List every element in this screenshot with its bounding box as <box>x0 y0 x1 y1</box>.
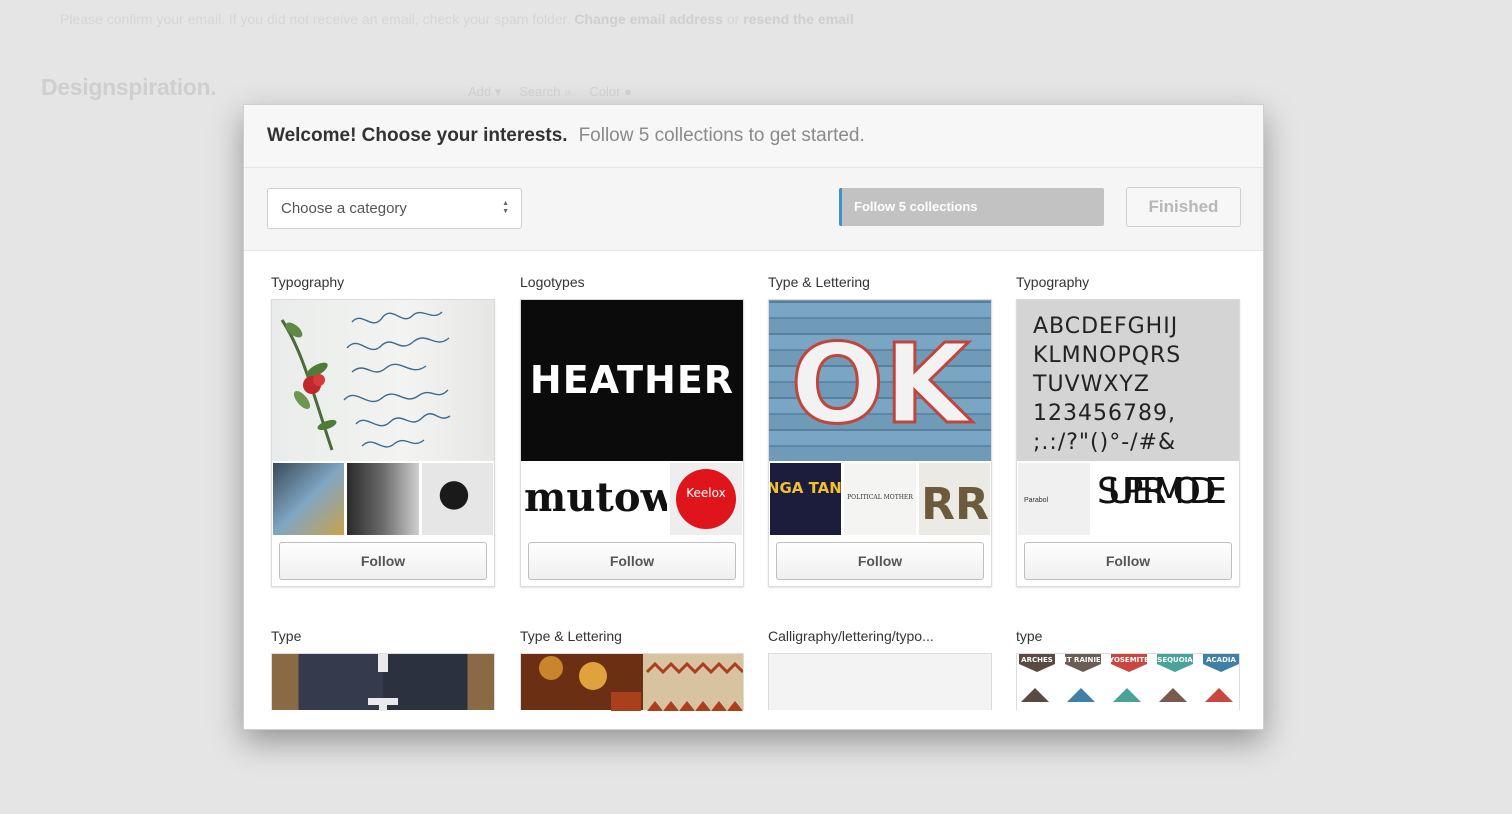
category-select-value: Choose a category <box>281 200 407 217</box>
collection-title: Type & Lettering <box>768 274 870 290</box>
thumbnail: POLITICAL MOTHER <box>844 463 916 535</box>
collection-preview[interactable]: ABCDEFGHIJ KLMNOPQRS TUVWXYZ 123456789, … <box>1016 299 1240 587</box>
lettering-art <box>539 656 745 711</box>
svg-text:ARCHES: ARCHES <box>1021 656 1053 664</box>
svg-text:SEQUOIA: SEQUOIA <box>1157 656 1193 664</box>
category-select[interactable]: Choose a category ▲ ▼ <box>267 188 522 229</box>
follow-button[interactable]: Follow <box>279 542 487 580</box>
follow-progress-bar: Follow 5 collections <box>839 188 1104 226</box>
color-drop-icon: ● <box>624 84 632 99</box>
collection-title: Typography <box>1016 274 1090 290</box>
collection-main-image <box>272 300 494 461</box>
thumbnail: SUPER MODE <box>1093 463 1238 535</box>
collection-card: Typography ABCDEFGHIJ KLMNOPQRS TUVWXYZ … <box>1016 272 1240 587</box>
notice-text: Please confirm your email. If you did no… <box>60 11 571 27</box>
follow-button[interactable]: Follow <box>528 542 736 580</box>
email-notice: Please confirm your email. If you did no… <box>60 11 854 27</box>
collection-thumbnails: TANGA TANGA POLITICAL MOTHER RR <box>770 463 990 535</box>
notice-or: or <box>726 11 740 27</box>
thumbnail: mutowla <box>522 463 667 535</box>
search-icon: ⌕ <box>564 84 572 99</box>
heather-logo-art: HEATHER <box>530 358 734 402</box>
calligraphy-art <box>280 311 451 451</box>
thumbnail <box>421 463 493 535</box>
follow-button[interactable]: Follow <box>1024 542 1232 580</box>
nav-search[interactable]: Search ⌕ <box>519 84 571 100</box>
thumbnail <box>347 463 419 535</box>
collection-main-image: HEATHER <box>521 300 743 461</box>
collection-card: Calligraphy/lettering/typo... <box>768 626 992 710</box>
thumbnail: Parabol <box>1018 463 1091 535</box>
nav-color[interactable]: Color ● <box>589 84 632 100</box>
thumbnail: TANGA TANGA <box>770 463 842 535</box>
follow-button[interactable]: Follow <box>776 542 984 580</box>
park-badges-art: ARCHES MT RAINIER YOSEMITE SEQUOIA ACADI… <box>1019 654 1239 702</box>
collection-card: Type <box>271 626 495 711</box>
collection-title: Type <box>271 628 302 644</box>
modal-toolbar: Choose a category ▲ ▼ Follow 5 collection… <box>244 168 1263 251</box>
modal-subtitle: Follow 5 collections to get started. <box>578 125 865 146</box>
background-nav: Add ▾ Search ⌕ Color ● <box>468 84 632 100</box>
modal-title: Welcome! Choose your interests. <box>267 125 568 146</box>
thumbnail: RR <box>918 463 990 535</box>
collection-preview[interactable] <box>271 653 495 711</box>
collection-card: Type & Lettering <box>520 626 745 711</box>
collection-title: Calligraphy/lettering/typo... <box>768 628 934 644</box>
select-arrows-icon: ▲ ▼ <box>502 200 509 215</box>
collection-title: Type & Lettering <box>520 628 622 644</box>
modal-header: Welcome! Choose your interests. Follow 5… <box>244 105 1263 168</box>
collection-main-image: OK <box>769 300 991 461</box>
thumbnail <box>273 463 345 535</box>
svg-text:MT RAINIER: MT RAINIER <box>1060 656 1107 664</box>
site-logo[interactable]: Designspiration. <box>41 74 217 101</box>
collection-card: Logotypes HEATHER mutowla Keelox Follow <box>520 272 744 587</box>
svg-text:HEATHER: HEATHER <box>530 358 734 402</box>
thumbnail: Keelox <box>669 463 742 535</box>
collection-thumbnails <box>273 463 493 535</box>
interests-modal: Welcome! Choose your interests. Follow 5… <box>243 104 1264 730</box>
svg-text:YOSEMITE: YOSEMITE <box>1108 656 1149 664</box>
collection-preview[interactable]: HEATHER mutowla Keelox Follow <box>520 299 744 587</box>
collection-thumbnails: mutowla Keelox <box>522 463 742 535</box>
collection-title: type <box>1016 628 1043 644</box>
collection-title: Logotypes <box>520 274 585 290</box>
svg-text:POLITICAL MOTHER: POLITICAL MOTHER <box>847 494 913 501</box>
nav-add[interactable]: Add ▾ <box>468 84 501 100</box>
collection-card: Typography Follow <box>271 272 495 587</box>
collection-preview[interactable]: Follow <box>271 299 495 587</box>
collection-main-image: ABCDEFGHIJ KLMNOPQRS TUVWXYZ 123456789, … <box>1017 300 1239 461</box>
collection-card: type ARCHES MT RAINIER YOSEMITE SEQUOIA … <box>1016 626 1240 710</box>
svg-text:mutowla: mutowla <box>524 474 667 521</box>
type-art <box>368 654 398 711</box>
collection-preview[interactable]: ARCHES MT RAINIER YOSEMITE SEQUOIA ACADI… <box>1016 653 1240 710</box>
resend-email-link[interactable]: resend the email <box>743 11 854 27</box>
collection-preview[interactable] <box>520 653 745 711</box>
collection-card: Type & Lettering OK TANGA TANGA POLITICA… <box>768 272 992 587</box>
collection-preview[interactable] <box>768 653 992 710</box>
alphabet-specimen: ABCDEFGHIJ KLMNOPQRS TUVWXYZ 123456789, … <box>1033 314 1182 455</box>
svg-text:TANGA TANGA: TANGA TANGA <box>770 479 841 497</box>
finished-button[interactable]: Finished <box>1126 187 1241 227</box>
collection-preview[interactable]: OK TANGA TANGA POLITICAL MOTHER RR Follo… <box>768 299 992 587</box>
collection-thumbnails: Parabol SUPER MODE <box>1018 463 1238 535</box>
ok-art: OK <box>789 319 975 450</box>
svg-text:RR: RR <box>921 479 989 530</box>
svg-text:ACADIA: ACADIA <box>1206 656 1236 664</box>
change-email-link[interactable]: Change email address <box>574 11 723 27</box>
svg-text:Keelox: Keelox <box>686 486 725 500</box>
svg-text:SUPER MODE: SUPER MODE <box>1097 471 1227 512</box>
svg-text:OK: OK <box>791 320 974 448</box>
collection-title: Typography <box>271 274 345 290</box>
